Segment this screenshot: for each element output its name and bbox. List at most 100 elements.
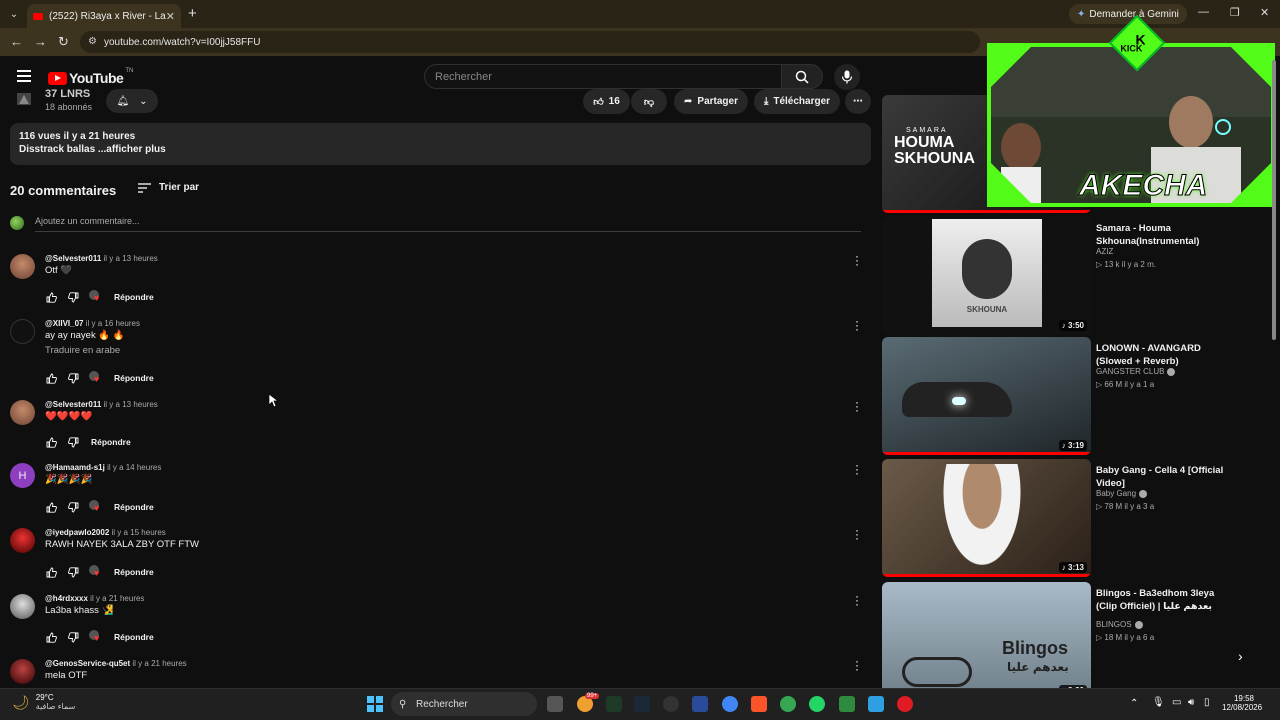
thumbs-up-icon[interactable] bbox=[45, 291, 58, 304]
new-tab-button[interactable]: + bbox=[188, 5, 197, 22]
chrome-profile-icon[interactable] bbox=[780, 696, 796, 712]
reply-button[interactable]: Répondre bbox=[114, 292, 154, 302]
minimize-icon[interactable]: — bbox=[1198, 6, 1209, 18]
search-input[interactable]: Rechercher bbox=[424, 64, 782, 89]
thumbs-up-icon[interactable] bbox=[45, 631, 58, 644]
related-video[interactable]: Blingos بعدهم عليا ♪ 3:20 Blingos - Ba3e… bbox=[882, 582, 1242, 700]
game-app-icon[interactable] bbox=[839, 696, 855, 712]
video-title[interactable]: Blingos - Ba3edhom 3leya (Clip Officiel)… bbox=[1096, 587, 1226, 613]
maximize-icon[interactable]: ❐ bbox=[1230, 6, 1240, 19]
comment-avatar[interactable] bbox=[10, 528, 35, 553]
weather-widget[interactable]: 🌙︎ 29°C سماء صافية bbox=[12, 693, 75, 711]
related-video[interactable]: ♪ 3:13 Baby Gang - Cella 4 [Official Vid… bbox=[882, 459, 1242, 577]
related-video[interactable]: SKHOUNA ♪ 3:50 Samara - Houma Skhouna(In… bbox=[882, 217, 1242, 335]
reply-button[interactable]: Répondre bbox=[114, 632, 154, 642]
taskbar-search[interactable]: ⚲ Rechercher bbox=[391, 692, 537, 716]
like-button[interactable]: 👍︎ 16 bbox=[583, 89, 630, 114]
terminal-icon[interactable] bbox=[606, 696, 622, 712]
channel-avatar[interactable] bbox=[15, 90, 33, 108]
comment-time[interactable]: il y a 13 heures bbox=[104, 400, 158, 409]
tray-mic-icon[interactable]: 🎙︎ bbox=[1152, 697, 1165, 708]
tray-network-icon[interactable]: ▭ bbox=[1172, 697, 1181, 708]
video-channel[interactable]: GANGSTER CLUB bbox=[1096, 367, 1176, 376]
close-window-icon[interactable]: ✕ bbox=[1260, 6, 1269, 19]
whatsapp-icon[interactable] bbox=[809, 696, 825, 712]
thumbs-down-icon[interactable] bbox=[67, 501, 80, 514]
add-comment-input[interactable]: Ajoutez un commentaire... bbox=[35, 216, 861, 232]
share-button[interactable]: ➦ Partager bbox=[674, 89, 748, 114]
thumbs-up-icon[interactable] bbox=[45, 501, 58, 514]
browser-tab-active[interactable]: (2522) Ri3aya x River - Laaba kh ✕ bbox=[27, 4, 181, 28]
comment-author[interactable]: @iyedpawlo2002 bbox=[45, 528, 109, 537]
thumbs-down-icon[interactable] bbox=[67, 631, 80, 644]
translate-link[interactable]: Traduire en arabe bbox=[45, 345, 120, 356]
thumbs-up-icon[interactable] bbox=[45, 372, 58, 385]
search-button[interactable] bbox=[781, 64, 823, 89]
channel-name[interactable]: 37 LNRS bbox=[45, 88, 90, 100]
comment-time[interactable]: il y a 14 heures bbox=[107, 463, 161, 472]
site-info-icon[interactable]: ⚙ bbox=[88, 36, 97, 47]
comment-author[interactable]: @GenosService-qu5et bbox=[45, 659, 130, 668]
comment-avatar[interactable] bbox=[10, 594, 35, 619]
next-arrow-icon[interactable]: › bbox=[1238, 648, 1243, 664]
comment-avatar[interactable] bbox=[10, 254, 35, 279]
comment-time[interactable]: il y a 16 heures bbox=[86, 319, 140, 328]
tray-battery-icon[interactable]: ▯ bbox=[1204, 697, 1210, 708]
comment-time[interactable]: il y a 21 heures bbox=[132, 659, 186, 668]
video-thumbnail[interactable]: Blingos بعدهم عليا ♪ 3:20 bbox=[882, 582, 1091, 700]
tab-search-icon[interactable]: ⌄ bbox=[4, 4, 24, 24]
tab-close-icon[interactable]: ✕ bbox=[166, 10, 175, 23]
thumbs-down-icon[interactable] bbox=[67, 436, 80, 449]
comment-avatar[interactable] bbox=[10, 319, 35, 344]
comment-menu-icon[interactable]: · · · bbox=[853, 250, 861, 270]
comment-author[interactable]: @Hamaamd-s1j bbox=[45, 463, 105, 472]
comment-time[interactable]: il y a 13 heures bbox=[104, 254, 158, 263]
address-bar[interactable]: ⚙ youtube.com/watch?v=I00jjJ58FFU bbox=[80, 31, 980, 53]
voice-search-button[interactable] bbox=[834, 64, 860, 90]
steam-icon[interactable] bbox=[634, 696, 650, 712]
video-channel[interactable]: BLINGOS bbox=[1096, 620, 1143, 629]
comment-author[interactable]: @Selvester011 bbox=[45, 254, 101, 263]
comment-menu-icon[interactable]: · · · bbox=[853, 655, 861, 675]
description-box[interactable]: 116 vues il y a 21 heures Disstrack ball… bbox=[10, 123, 871, 165]
more-actions-button[interactable]: ⋯ bbox=[845, 89, 871, 114]
comment-time[interactable]: il y a 15 heures bbox=[112, 528, 166, 537]
task-view-icon[interactable] bbox=[547, 696, 563, 712]
video-thumbnail[interactable]: ♪ 3:13 bbox=[882, 459, 1091, 577]
thumbs-up-icon[interactable] bbox=[45, 566, 58, 579]
thumbs-down-icon[interactable] bbox=[67, 291, 80, 304]
menu-icon[interactable] bbox=[17, 70, 31, 82]
brave-icon[interactable] bbox=[751, 696, 767, 712]
video-channel[interactable]: AZIZ bbox=[1096, 247, 1113, 256]
reply-button[interactable]: Répondre bbox=[91, 437, 131, 447]
video-thumbnail[interactable]: SKHOUNA ♪ 3:50 bbox=[882, 217, 1091, 335]
reply-button[interactable]: Répondre bbox=[114, 373, 154, 383]
comment-menu-icon[interactable]: · · · bbox=[853, 396, 861, 416]
reload-icon[interactable]: ↻ bbox=[58, 34, 69, 50]
video-thumbnail[interactable]: ♪ 3:19 bbox=[882, 337, 1091, 455]
download-button[interactable]: ⤓ Télécharger bbox=[754, 89, 840, 114]
app-icon[interactable] bbox=[692, 696, 708, 712]
comment-menu-icon[interactable]: · · · bbox=[853, 459, 861, 479]
youtube-logo[interactable]: YouTube TN bbox=[48, 68, 133, 86]
comment-avatar[interactable] bbox=[10, 400, 35, 425]
thumbs-down-icon[interactable] bbox=[67, 372, 80, 385]
gemini-button[interactable]: ✦ Demander à Gemini bbox=[1069, 4, 1187, 24]
video-title[interactable]: Baby Gang - Cella 4 [Official Video] bbox=[1096, 464, 1226, 490]
thumbs-down-icon[interactable] bbox=[67, 566, 80, 579]
opera-icon[interactable] bbox=[897, 696, 913, 712]
thumbs-up-icon[interactable] bbox=[45, 436, 58, 449]
comment-author[interactable]: @Selvester011 bbox=[45, 400, 101, 409]
comment-author[interactable]: @XIIVI_07 bbox=[45, 319, 84, 328]
related-video[interactable]: ♪ 3:19 LONOWN - AVANGARD (Slowed + Rever… bbox=[882, 337, 1242, 455]
clock[interactable]: 19:58 12/08/2026 bbox=[1222, 694, 1262, 712]
download-app-icon[interactable] bbox=[868, 696, 884, 712]
scrollbar-thumb[interactable] bbox=[1272, 60, 1276, 340]
video-title[interactable]: Samara - Houma Skhouna(Instrumental) bbox=[1096, 222, 1226, 248]
page-scrollbar[interactable] bbox=[1271, 60, 1277, 684]
obs-icon[interactable] bbox=[663, 696, 679, 712]
reply-button[interactable]: Répondre bbox=[114, 567, 154, 577]
chrome-icon[interactable] bbox=[722, 696, 738, 712]
dislike-button[interactable]: 👎︎ bbox=[631, 89, 667, 114]
tray-volume-icon[interactable]: 🔊︎ bbox=[1188, 697, 1194, 708]
